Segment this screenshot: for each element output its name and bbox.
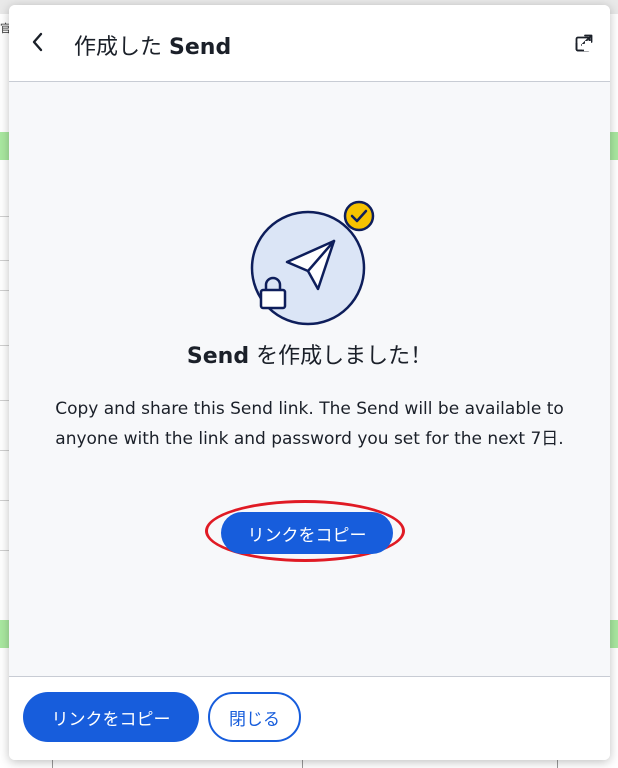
send-description: Copy and share this Send link. The Send … [55,399,564,449]
background-column-line [52,760,53,768]
background-row-line [0,500,9,501]
background-highlight-left-top [0,132,9,160]
popup-header: 作成した Send [9,5,610,82]
background-row-line [0,400,9,401]
background-row-line [0,345,9,346]
back-button[interactable] [23,27,53,57]
background-row-line [0,550,9,551]
background-column-line [302,760,303,768]
headline-send: Send [186,344,250,369]
background-highlight-right-top [610,132,618,160]
send-created-illustration [250,200,375,326]
background-row-line [0,260,9,261]
background-row-line [0,450,9,451]
page-title: 作成した Send [74,29,231,61]
footer-copy-link-button[interactable]: リンクをコピー [23,692,199,742]
title-prefix: 作成した [74,35,163,60]
background-row-line [0,290,9,291]
background-column-line [557,760,558,768]
headline-rest: を作成しました！ [256,344,433,369]
success-headline: Send を作成しました！ [9,338,610,370]
background-highlight-right-bottom [610,620,618,648]
close-button[interactable]: 閉じる [208,692,301,742]
popup-footer: リンクをコピー 閉じる [9,676,610,760]
background-highlight-left-bottom [0,620,9,648]
title-send: Send [169,35,232,60]
chevron-left-icon [32,32,43,52]
check-badge-icon [343,200,375,232]
copy-link-button[interactable]: リンクをコピー [221,512,393,554]
popout-icon [575,34,593,52]
background-row-line [0,216,9,217]
send-created-popup: 作成した Send Send を作成しました！ Copy and share t… [9,5,610,760]
popup-content: Send を作成しました！ Copy and share this Send l… [9,82,610,676]
popout-button[interactable] [572,31,596,55]
